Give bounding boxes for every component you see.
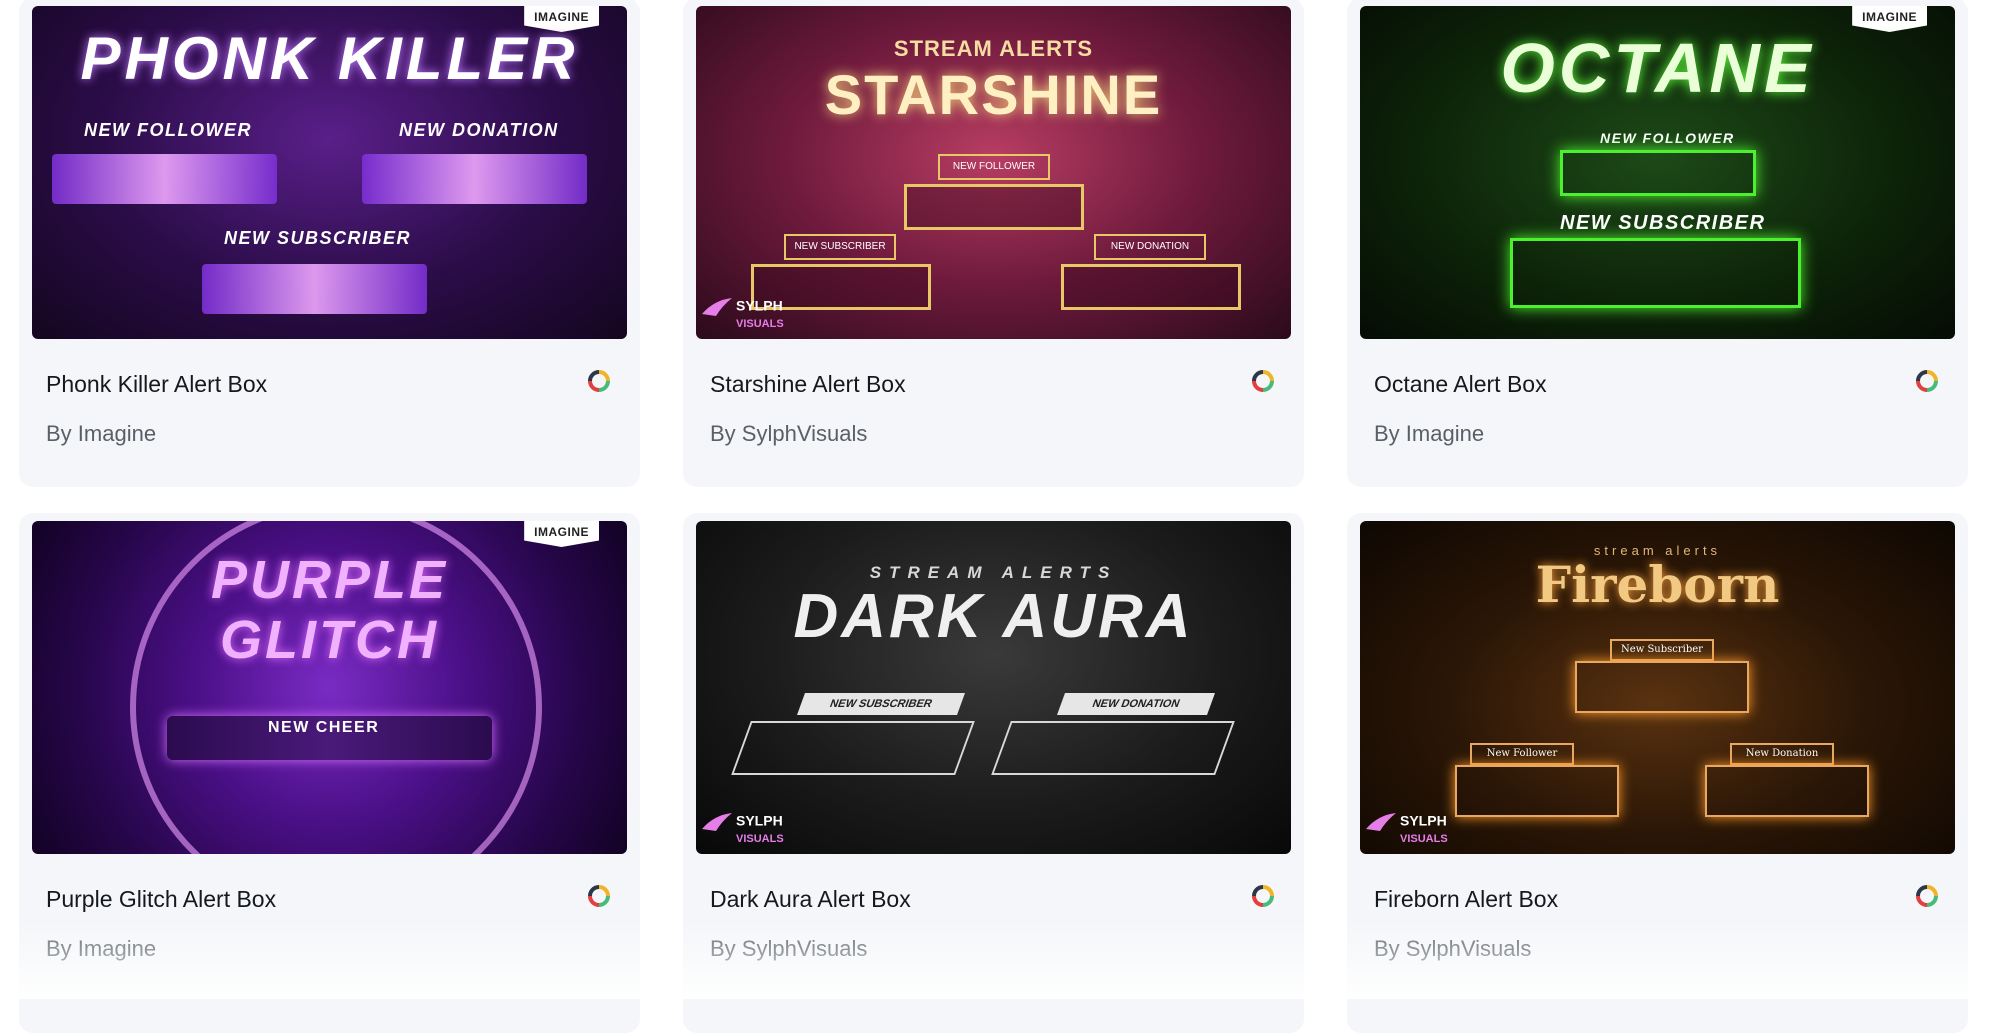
alert-frame	[1455, 765, 1619, 817]
thumbnail-headline-line2: GLITCH	[220, 610, 439, 670]
thumbnail-headline: OCTANE	[1500, 29, 1815, 107]
card-title[interactable]: Purple Glitch Alert Box	[46, 886, 276, 913]
alert-label-follower: NEW FOLLOWER	[84, 120, 252, 140]
alert-label-subscriber: NEW SUBSCRIBER	[828, 698, 934, 710]
alert-frame	[1560, 150, 1756, 196]
alert-label-subscriber: NEW SUBSCRIBER	[794, 241, 886, 252]
wing-icon	[702, 298, 732, 316]
thumbnail-headline: Fireborn	[1535, 555, 1780, 614]
alert-label-box: NEW SUBSCRIBER	[784, 234, 896, 260]
alert-frame	[1061, 264, 1241, 310]
alert-label-box: NEW DONATION	[1056, 693, 1216, 715]
alert-label-box: NEW FOLLOWER	[938, 154, 1050, 180]
alert-label-donation: NEW DONATION	[1090, 698, 1182, 710]
alert-label-follower: NEW FOLLOWER	[952, 161, 1036, 172]
alert-card-fireborn[interactable]: stream alerts Fireborn New Subscriber Ne…	[1347, 513, 1968, 1033]
thumbnail-pretitle: STREAM ALERTS	[893, 36, 1094, 61]
alert-card-dark-aura[interactable]: STREAM ALERTS DARK AURA NEW SUBSCRIBER N…	[683, 513, 1304, 1033]
card-author[interactable]: By Imagine	[1374, 421, 1484, 447]
thumbnail-starshine[interactable]: STREAM ALERTS STARSHINE NEW FOLLOWER NEW…	[696, 6, 1291, 339]
alert-label-donation: NEW DONATION	[399, 120, 559, 140]
alert-label-box: New Subscriber	[1610, 639, 1714, 661]
card-author[interactable]: By SylphVisuals	[710, 936, 867, 962]
alert-label-box: NEW DONATION	[1094, 234, 1206, 260]
card-title[interactable]: Fireborn Alert Box	[1374, 886, 1558, 913]
wing-icon	[1366, 813, 1396, 831]
loading-spinner-icon	[1916, 370, 1938, 392]
alert-label-follower: New Follower	[1486, 748, 1558, 759]
alert-label-box: New Follower	[1470, 743, 1574, 765]
alert-card-phonk-killer[interactable]: IMAGINE PHONK KILLER NEW FOLLOWER NEW DO…	[19, 0, 640, 487]
thumbnail-headline: PURPLE	[210, 550, 449, 610]
loading-spinner-icon	[1252, 885, 1274, 907]
sylph-visuals-logo: SYLPH VISUALS	[702, 298, 784, 331]
thumbnail-headline: STARSHINE	[824, 63, 1163, 126]
alert-frame	[202, 264, 427, 314]
alert-frame	[52, 154, 277, 204]
alert-label-donation: NEW DONATION	[1110, 241, 1190, 252]
card-title[interactable]: Phonk Killer Alert Box	[46, 371, 267, 398]
card-title[interactable]: Octane Alert Box	[1374, 371, 1547, 398]
thumbnail-octane[interactable]: IMAGINE OCTANE NEW FOLLOWER NEW SUBSCRIB…	[1360, 6, 1955, 339]
card-author[interactable]: By SylphVisuals	[1374, 936, 1531, 962]
card-title[interactable]: Dark Aura Alert Box	[710, 886, 911, 913]
alert-label-subscriber: NEW SUBSCRIBER	[224, 228, 412, 248]
alert-label-subscriber: NEW SUBSCRIBER	[1560, 212, 1766, 234]
alert-frame	[904, 184, 1084, 230]
thumbnail-fireborn[interactable]: stream alerts Fireborn New Subscriber Ne…	[1360, 521, 1955, 854]
sylph-visuals-logo: SYLPH VISUALS	[1366, 813, 1448, 846]
alert-label-follower: NEW FOLLOWER	[1600, 130, 1735, 146]
thumbnail-headline: PHONK KILLER	[80, 25, 579, 92]
alert-label-subscriber: New Subscriber	[1621, 644, 1703, 655]
alert-card-starshine[interactable]: STREAM ALERTS STARSHINE NEW FOLLOWER NEW…	[683, 0, 1304, 487]
loading-spinner-icon	[1916, 885, 1938, 907]
alert-card-octane[interactable]: IMAGINE OCTANE NEW FOLLOWER NEW SUBSCRIB…	[1347, 0, 1968, 487]
thumbnail-pretitle: STREAM ALERTS	[869, 563, 1118, 582]
card-author[interactable]: By SylphVisuals	[710, 421, 867, 447]
alert-label-donation: New Donation	[1745, 748, 1819, 759]
alert-frame	[731, 721, 975, 775]
alert-label-box: New Donation	[1730, 743, 1834, 765]
alert-frame	[362, 154, 587, 204]
alert-box-grid: IMAGINE PHONK KILLER NEW FOLLOWER NEW DO…	[19, 0, 1969, 1033]
alert-frame	[1575, 661, 1749, 713]
thumbnail-dark-aura[interactable]: STREAM ALERTS DARK AURA NEW SUBSCRIBER N…	[696, 521, 1291, 854]
thumbnail-purple-glitch[interactable]: IMAGINE PURPLE GLITCH NEW CHEER	[32, 521, 627, 854]
card-author[interactable]: By Imagine	[46, 421, 156, 447]
alert-label-cheer: NEW CHEER	[268, 719, 380, 736]
alert-frame	[1510, 238, 1801, 308]
alert-frame	[1705, 765, 1869, 817]
card-author[interactable]: By Imagine	[46, 936, 156, 962]
sylph-visuals-logo: SYLPH VISUALS	[702, 813, 784, 846]
thumbnail-phonk-killer[interactable]: IMAGINE PHONK KILLER NEW FOLLOWER NEW DO…	[32, 6, 627, 339]
thumbnail-headline: DARK AURA	[793, 582, 1194, 651]
loading-spinner-icon	[588, 370, 610, 392]
loading-spinner-icon	[588, 885, 610, 907]
alert-frame	[991, 721, 1235, 775]
loading-spinner-icon	[1252, 370, 1274, 392]
alert-card-purple-glitch[interactable]: IMAGINE PURPLE GLITCH NEW CHEER Purple G…	[19, 513, 640, 1033]
wing-icon	[702, 813, 732, 831]
alert-label-box: NEW SUBSCRIBER	[796, 693, 966, 715]
card-title[interactable]: Starshine Alert Box	[710, 371, 906, 398]
